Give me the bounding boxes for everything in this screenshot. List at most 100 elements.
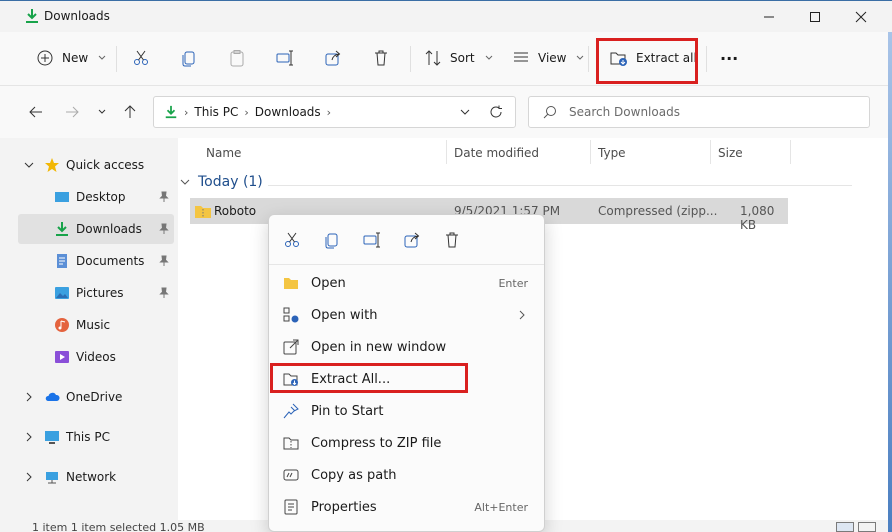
column-header-date[interactable]: Date modified (454, 146, 539, 160)
breadcrumb-this-pc[interactable]: This PC (194, 105, 238, 119)
back-button[interactable] (26, 102, 46, 122)
copy-button[interactable] (180, 42, 198, 74)
open-with-icon (283, 307, 299, 323)
chevron-right-icon (26, 432, 32, 442)
sidebar-item-label: This PC (66, 430, 110, 444)
breadcrumb-separator: › (184, 105, 189, 119)
more-button[interactable]: ··· (720, 42, 738, 74)
cut-icon[interactable] (283, 231, 301, 249)
pin-icon[interactable] (158, 223, 170, 235)
column-divider[interactable] (590, 140, 591, 164)
column-divider[interactable] (710, 140, 711, 164)
sort-icon (425, 50, 441, 66)
paste-button[interactable] (228, 42, 246, 74)
group-header[interactable]: Today (1) (180, 174, 263, 190)
rename-button[interactable] (276, 42, 294, 74)
address-bar[interactable]: › This PC › Downloads › (153, 96, 516, 128)
command-bar: New Sort View Extract all ··· (0, 32, 892, 86)
copy-icon (182, 51, 195, 67)
delete-icon[interactable] (443, 231, 461, 249)
view-label: View (538, 51, 567, 65)
divider (410, 46, 411, 72)
copy-icon[interactable] (323, 231, 341, 249)
column-header-name[interactable]: Name (206, 146, 241, 160)
chevron-down-icon[interactable] (459, 106, 471, 118)
pin-icon[interactable] (158, 191, 170, 203)
menu-item-label: Open with (311, 307, 378, 323)
menu-item-label: Pin to Start (311, 403, 384, 419)
share-icon[interactable] (403, 231, 421, 249)
search-box[interactable]: Search Downloads (528, 96, 870, 128)
status-text: 1 item 1 item selected 1.05 MB (32, 521, 205, 532)
menu-item-copy-as-path[interactable]: Copy as path (269, 459, 544, 491)
sidebar-item-onedrive[interactable]: OneDrive (18, 382, 174, 412)
chevron-down-icon (98, 109, 106, 114)
sidebar-item-music[interactable]: Music (18, 310, 174, 340)
more-icon: ··· (720, 48, 739, 68)
sidebar-item-label: Desktop (76, 190, 126, 204)
sidebar-item-label: Documents (76, 254, 145, 268)
new-icon (37, 50, 53, 66)
tiles-view-toggle[interactable] (858, 522, 876, 532)
open-new-window-icon (283, 339, 299, 355)
sidebar-item-quick-access[interactable]: Quick access (18, 150, 174, 180)
download-icon (26, 9, 38, 23)
maximize-icon (810, 12, 820, 22)
details-view-toggle[interactable] (836, 522, 854, 532)
delete-button[interactable] (372, 42, 390, 74)
sidebar-item-downloads[interactable]: Downloads (18, 214, 174, 244)
sort-button[interactable]: Sort (424, 42, 493, 74)
minimize-button[interactable] (746, 1, 792, 33)
menu-item-open[interactable]: Open Enter (269, 267, 544, 299)
close-button[interactable] (838, 1, 884, 33)
title-bar: Downloads (0, 0, 892, 32)
cut-button[interactable] (132, 42, 150, 74)
sidebar-item-videos[interactable]: Videos (18, 342, 174, 372)
view-button[interactable]: View (512, 42, 584, 74)
copy-path-icon (283, 469, 299, 481)
group-divider (268, 185, 852, 186)
extract-all-menu-highlight (270, 363, 468, 393)
folder-icon (284, 278, 298, 289)
divider (588, 46, 589, 72)
pin-icon[interactable] (158, 255, 170, 267)
column-header-type[interactable]: Type (598, 146, 626, 160)
share-icon (325, 50, 341, 66)
download-icon (56, 222, 68, 236)
computer-icon (45, 431, 59, 444)
window-title: Downloads (44, 9, 110, 23)
chevron-down-icon (180, 179, 190, 185)
menu-item-open-with[interactable]: Open with (269, 299, 544, 331)
pin-icon[interactable] (158, 287, 170, 299)
arrow-right-icon (66, 106, 79, 118)
sidebar-item-pictures[interactable]: Pictures (18, 278, 174, 308)
new-button[interactable]: New (36, 42, 106, 74)
document-icon (57, 254, 67, 268)
menu-item-compress-zip[interactable]: Compress to ZIP file (269, 427, 544, 459)
column-header-size[interactable]: Size (718, 146, 743, 160)
up-button[interactable] (120, 102, 140, 122)
menu-item-properties[interactable]: Properties Alt+Enter (269, 491, 544, 523)
file-name: Roboto (214, 204, 257, 218)
sidebar-item-label: Pictures (76, 286, 124, 300)
extract-all-highlight (596, 38, 698, 84)
sidebar-item-network[interactable]: Network (18, 462, 174, 492)
sidebar-item-this-pc[interactable]: This PC (18, 422, 174, 452)
cloud-icon (45, 392, 60, 401)
recent-locations-button[interactable] (92, 102, 112, 122)
forward-button[interactable] (62, 102, 82, 122)
sidebar-item-documents[interactable]: Documents (18, 246, 174, 276)
minimize-icon (764, 16, 774, 18)
sidebar-item-desktop[interactable]: Desktop (18, 182, 174, 212)
breadcrumb-downloads[interactable]: Downloads (255, 105, 321, 119)
share-button[interactable] (324, 42, 342, 74)
delete-icon (375, 50, 387, 66)
sidebar-item-label: Videos (76, 350, 116, 364)
menu-item-open-new-window[interactable]: Open in new window (269, 331, 544, 363)
refresh-icon[interactable] (489, 105, 503, 119)
rename-icon[interactable] (363, 231, 381, 249)
column-divider[interactable] (446, 140, 447, 164)
column-divider[interactable] (790, 140, 791, 164)
maximize-button[interactable] (792, 1, 838, 33)
menu-item-pin-to-start[interactable]: Pin to Start (269, 395, 544, 427)
